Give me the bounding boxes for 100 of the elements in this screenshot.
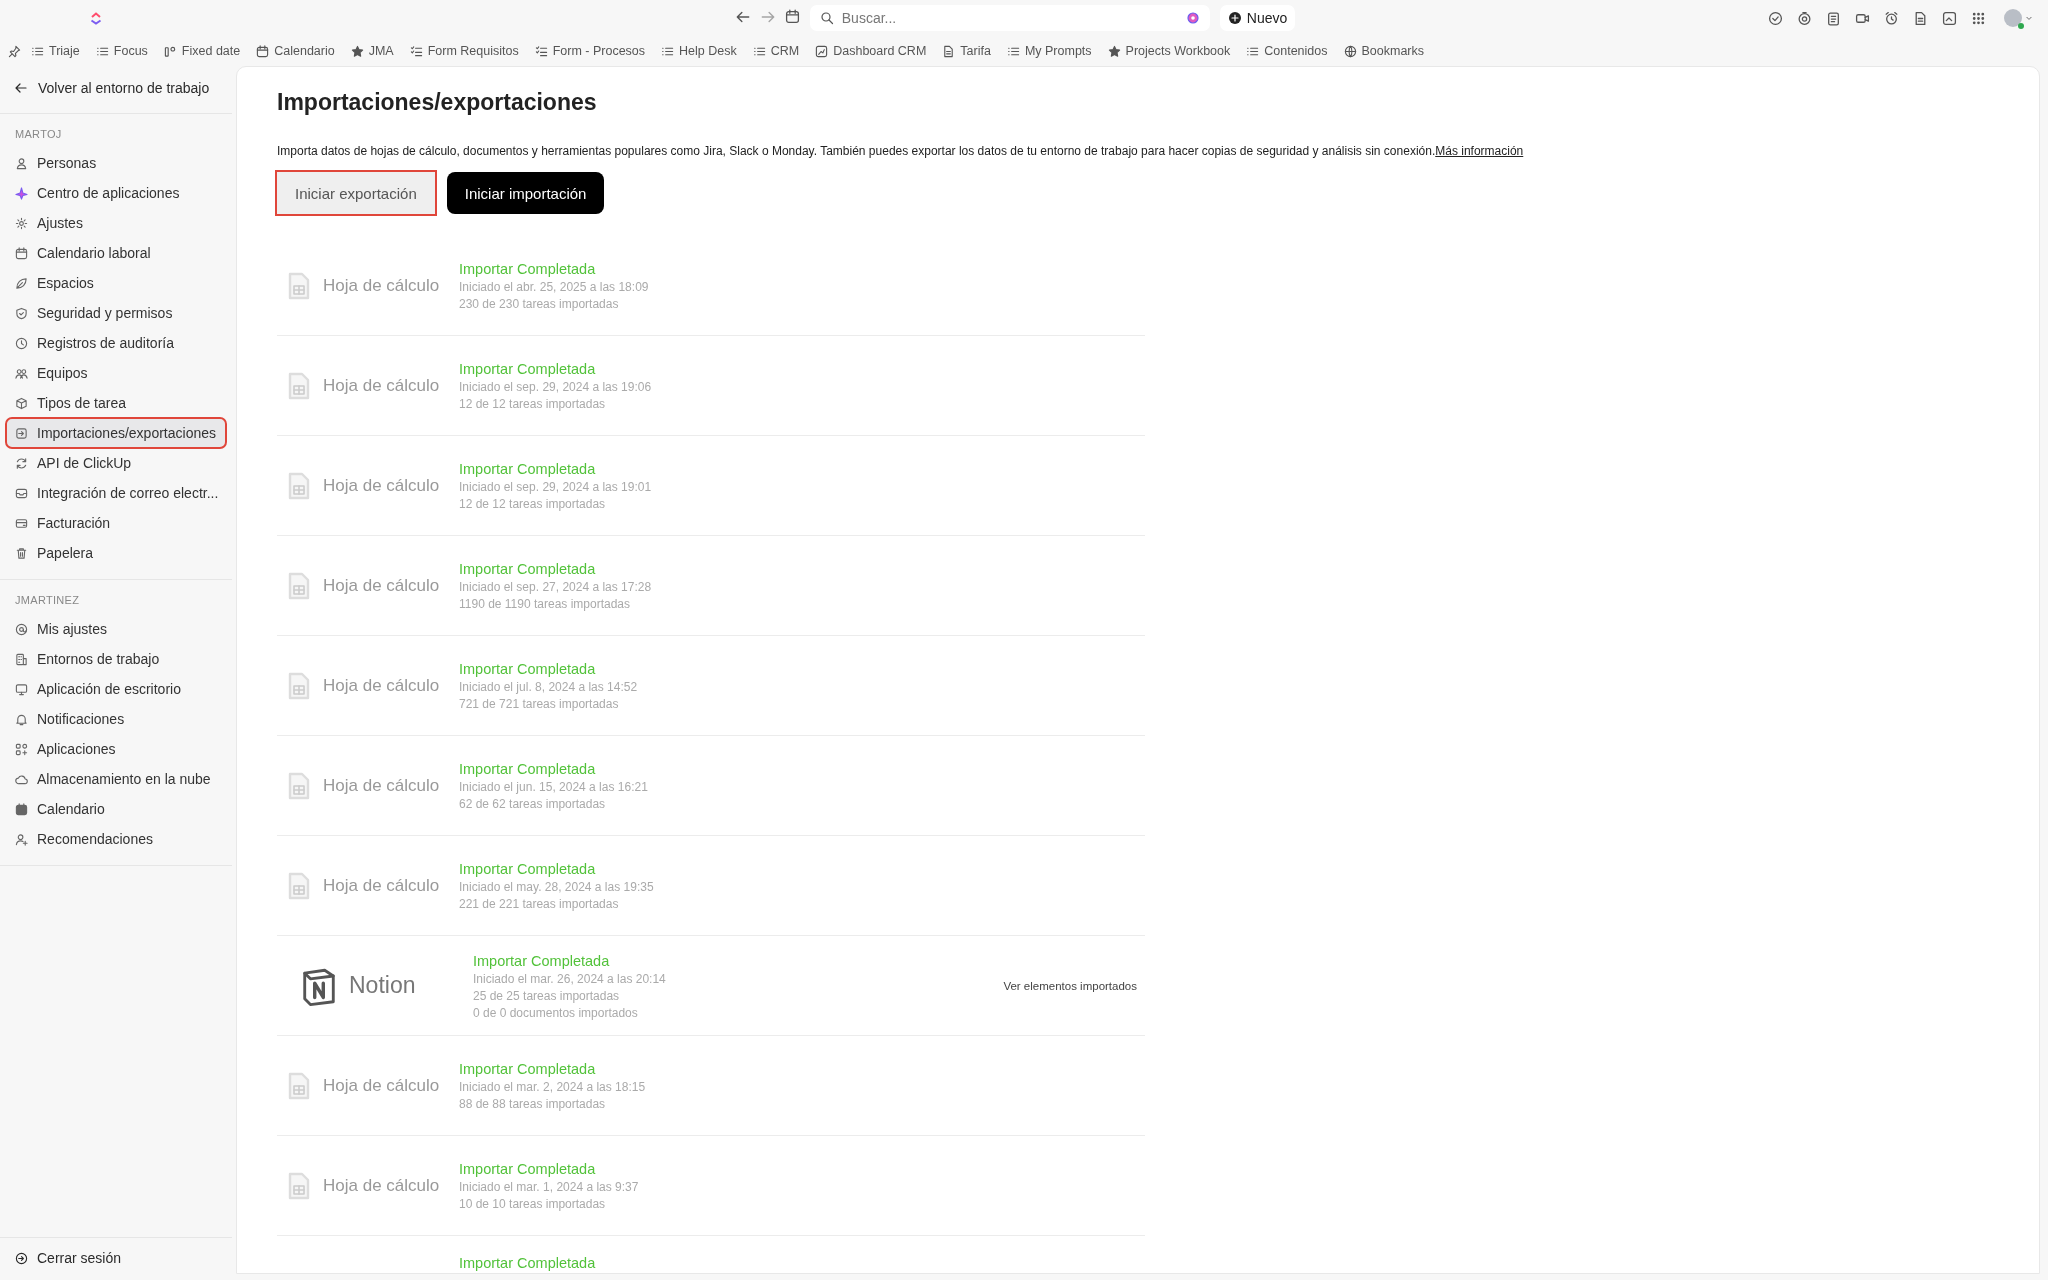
start-import-button[interactable]: Iniciar importación bbox=[446, 172, 605, 214]
sidebar-item[interactable]: Seguridad y permisos bbox=[7, 299, 225, 327]
sidebar-item[interactable]: Importaciones/exportaciones bbox=[7, 419, 225, 447]
bookmark-link[interactable]: Calendario bbox=[250, 41, 341, 61]
calendar-icon bbox=[256, 44, 270, 58]
bookmark-link[interactable]: Focus bbox=[89, 41, 154, 61]
sidebar-item[interactable]: Equipos bbox=[7, 359, 225, 387]
sidebar-item[interactable]: Personas bbox=[7, 149, 225, 177]
bars-icon bbox=[163, 44, 177, 58]
sidebar-item[interactable]: Ajustes bbox=[7, 209, 225, 237]
sidebar-item[interactable]: Centro de aplicaciones bbox=[7, 179, 225, 207]
sidebar-item[interactable]: Facturación bbox=[7, 509, 225, 537]
detail-text: Iniciado el jul. 8, 2024 a las 14:52 bbox=[459, 680, 638, 694]
source-name: Hoja de cálculo bbox=[323, 875, 440, 896]
cloud-icon bbox=[15, 772, 28, 786]
bookmark-link[interactable]: Form Requisitos bbox=[403, 41, 525, 61]
page-title: Importaciones/exportaciones bbox=[277, 89, 598, 116]
start-export-button[interactable]: Iniciar exportación bbox=[277, 172, 435, 214]
detail-text: Iniciado el sep. 27, 2024 a las 17:28 bbox=[459, 580, 652, 594]
bookmark-link[interactable]: Triaje bbox=[25, 41, 86, 61]
checklist-icon bbox=[534, 44, 548, 58]
detail-text: 721 de 721 tareas importadas bbox=[459, 697, 620, 711]
calendar-icon bbox=[784, 9, 800, 24]
back-arrow-icon bbox=[14, 81, 28, 95]
sidebar-item[interactable]: Notificaciones bbox=[7, 705, 225, 733]
timer-icon bbox=[1797, 10, 1812, 26]
section-heading: MARTOJ bbox=[14, 127, 63, 142]
bookmark-link[interactable]: Contenidos bbox=[1240, 41, 1334, 61]
sidebar-item[interactable]: Registros de auditoría bbox=[7, 329, 225, 357]
grid-icon bbox=[1971, 10, 1986, 26]
bookmark-link[interactable]: Tarifa bbox=[936, 41, 997, 61]
sidebar-item[interactable]: Espacios bbox=[7, 269, 225, 297]
sidebar-item[interactable]: Integración de correo electr... bbox=[7, 479, 225, 507]
star-icon bbox=[350, 44, 364, 58]
detail-text: 0 de 0 documentos importados bbox=[473, 1005, 639, 1020]
leaf-icon bbox=[15, 276, 28, 290]
detail-text: Iniciado el may. 28, 2024 a las 19:35 bbox=[459, 880, 654, 894]
cube-icon bbox=[15, 396, 28, 410]
checklist-icon bbox=[409, 44, 423, 58]
bookmark-link[interactable]: My Prompts bbox=[1000, 41, 1098, 61]
sidebar-item[interactable]: Mis ajustes bbox=[7, 615, 225, 643]
sidebar-item[interactable]: Aplicación de escritorio bbox=[7, 675, 225, 703]
detail-text: 12 de 12 tareas importadas bbox=[459, 397, 607, 411]
view-items-link[interactable]: Ver elementos importados bbox=[1003, 975, 1137, 996]
sidebar-item[interactable]: API de ClickUp bbox=[7, 449, 225, 477]
status-text: Importar Completada bbox=[459, 1161, 597, 1177]
section-heading: JMARTINEZ bbox=[14, 593, 81, 608]
bookmark-link[interactable]: Projects Workbook bbox=[1101, 41, 1237, 61]
status-text: Importar Completada bbox=[459, 361, 597, 377]
bookmark-link[interactable]: Bookmarks bbox=[1337, 41, 1431, 61]
bookmark-link[interactable]: Fixed date bbox=[157, 41, 247, 61]
sidebar-item[interactable]: Calendario laboral bbox=[7, 239, 225, 267]
alarm-icon bbox=[1884, 10, 1899, 26]
logout-link[interactable]: Cerrar sesión bbox=[0, 1237, 232, 1280]
team-icon bbox=[15, 366, 28, 380]
back-arrow-icon bbox=[735, 9, 751, 25]
status-text: Importar Completada bbox=[459, 1255, 596, 1271]
monitor-icon bbox=[15, 682, 28, 696]
description-text: Importa datos de hojas de cálculo, documentos y herramientas populares como Jira, Slack o Monday. También puedes exportar los datos de tu entorno de trabajo para hacer copias de seguridad y análisis sin conexión.Más información bbox=[277, 144, 1525, 158]
avatar-button[interactable] bbox=[2004, 9, 2034, 27]
detail-text: 1190 de 1190 tareas importadas bbox=[459, 597, 631, 611]
sidebar-item[interactable]: Almacenamiento en la nube bbox=[7, 765, 225, 793]
card-icon bbox=[15, 516, 28, 530]
calendar-icon bbox=[15, 802, 28, 816]
sidebar-item[interactable]: Aplicaciones bbox=[7, 735, 225, 763]
sidebar-item[interactable]: Calendario bbox=[7, 795, 225, 823]
status-text: Importar Completada bbox=[459, 261, 597, 277]
source-name: Hoja de cálculo bbox=[323, 775, 440, 796]
sidebar-item[interactable]: Tipos de tarea bbox=[7, 389, 225, 417]
refresh-icon bbox=[15, 456, 28, 470]
bookmark-link[interactable]: Form - Procesos bbox=[528, 41, 652, 61]
source-name: Hoja de cálculo bbox=[323, 675, 440, 696]
bookmark-link[interactable]: Help Desk bbox=[655, 41, 743, 61]
apps-icon bbox=[15, 742, 28, 756]
calendar-icon bbox=[15, 246, 28, 260]
forward-arrow-icon bbox=[759, 9, 776, 25]
logo-icon[interactable] bbox=[89, 11, 103, 25]
status-text: Importar Completada bbox=[473, 952, 611, 969]
bookmark-link[interactable]: Dashboard CRM bbox=[809, 41, 933, 61]
sidebar-item[interactable]: Recomendaciones bbox=[7, 825, 225, 853]
clock-icon bbox=[15, 336, 28, 350]
detail-text: Iniciado el sep. 29, 2024 a las 19:01 bbox=[459, 480, 652, 494]
more-info-link[interactable]: Más información bbox=[1435, 144, 1524, 158]
search-field[interactable]: Buscar... bbox=[809, 5, 1210, 31]
star-icon bbox=[1107, 44, 1121, 58]
status-text: Importar Completada bbox=[459, 761, 597, 777]
import-icon bbox=[15, 426, 28, 440]
new-button[interactable]: Nuevo bbox=[1219, 5, 1296, 31]
sidebar-item[interactable]: Papelera bbox=[7, 539, 225, 567]
bookmark-link[interactable]: CRM bbox=[746, 41, 806, 61]
sidebar-item[interactable]: Entornos de trabajo bbox=[7, 645, 225, 673]
status-text: Importar Completada bbox=[459, 461, 597, 477]
source-name: Hoja de cálculo bbox=[323, 475, 440, 496]
bookmark-link[interactable]: JMA bbox=[344, 41, 400, 61]
detail-text: Iniciado el abr. 25, 2025 a las 18:09 bbox=[459, 280, 649, 294]
status-text: Importar Completada bbox=[459, 1061, 597, 1077]
detail-text: 221 de 221 tareas importadas bbox=[459, 897, 620, 911]
user-icon bbox=[15, 156, 28, 170]
back-link[interactable]: Volver al entorno de trabajo bbox=[0, 66, 232, 114]
source-name: Hoja de cálculo bbox=[323, 1175, 440, 1196]
